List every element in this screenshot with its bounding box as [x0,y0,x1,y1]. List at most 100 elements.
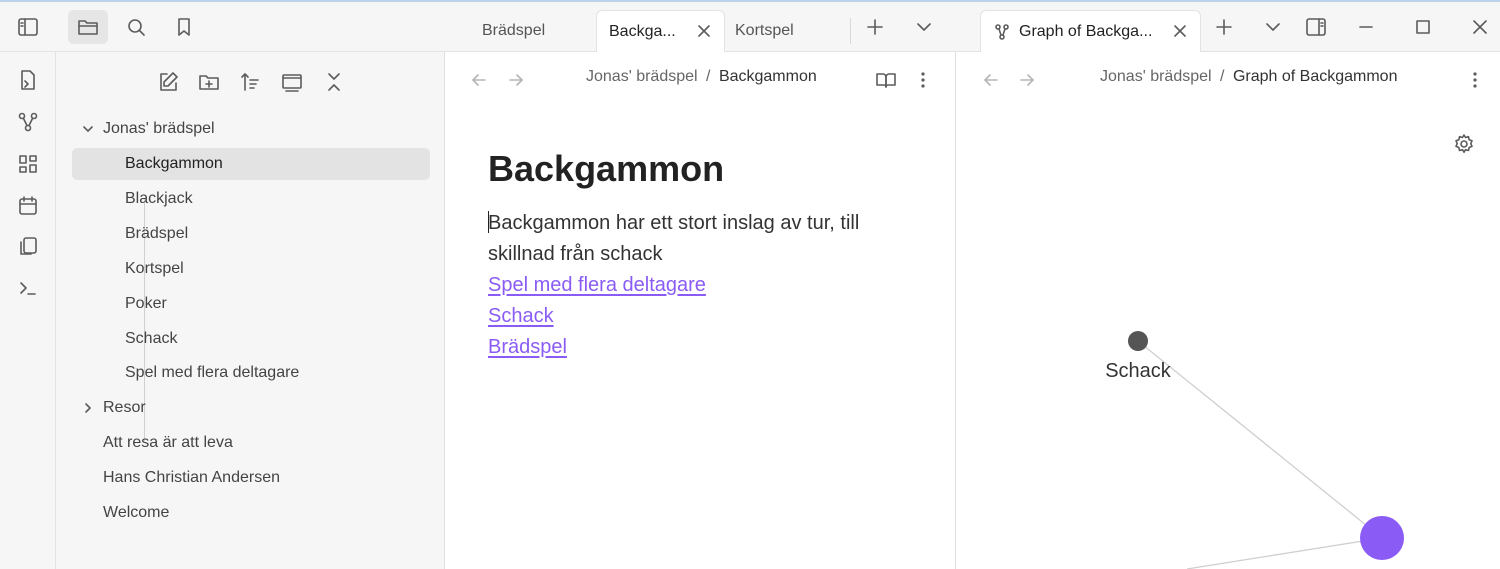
folder-jonas-bradspel[interactable]: Jonas' brädspel [72,113,430,145]
templates-button[interactable] [10,230,46,262]
calendar-icon [19,196,37,215]
tab-label: Kortspel [735,22,794,39]
note-paragraph[interactable]: Backgammon har ett stort inslag av tur, … [488,208,918,270]
close-tab-icon[interactable] [1172,23,1188,39]
bookmark-icon [178,18,190,36]
minimize-button[interactable] [1346,10,1386,44]
paragraph-text: Backgammon har ett stort inslag av tur, … [488,212,860,265]
chevron-down-icon [917,23,931,31]
reveal-icon [282,74,302,92]
graph-icon [18,112,38,132]
tree-item-label: Att resa är att leva [103,434,233,451]
tree-item-label: Spel med flera deltagare [125,364,300,381]
tab-list-button[interactable] [904,10,944,44]
plus-icon [867,19,883,35]
note-title[interactable]: Backgammon [488,148,724,190]
close-icon [1473,20,1487,34]
maximize-button[interactable] [1403,10,1443,44]
tab-list-button-right[interactable] [1253,10,1293,44]
tree-item-label: Kortspel [125,260,184,277]
plus-icon [1216,19,1232,35]
edit-icon [160,72,178,91]
tree-item-label: Blackjack [125,190,193,207]
toggle-sidebar-button[interactable] [8,10,48,44]
file-poker[interactable]: Poker [72,288,430,320]
right-sidebar-icon [1306,18,1326,36]
tree-item-label: Backgammon [125,155,223,172]
files-view-button[interactable] [68,10,108,44]
window-accent-line [0,0,1500,2]
file-hans-christian-andersen[interactable]: Hans Christian Andersen [72,462,430,494]
graph-view-button[interactable] [10,106,46,138]
quick-switcher-button[interactable] [10,64,46,96]
new-tab-button-right[interactable] [1204,10,1244,44]
arrow-left-icon [472,74,486,86]
folder-plus-icon [199,75,219,90]
breadcrumb-separator: / [706,68,711,85]
chevron-right-icon [85,403,91,413]
daily-note-button[interactable] [10,190,46,222]
note-content[interactable]: Backgammon har ett stort inslag av tur, … [488,208,918,363]
tab-bradspel[interactable]: Brädspel [458,10,593,52]
file-blackjack[interactable]: Blackjack [72,183,430,215]
graph-icon [995,23,1009,40]
sort-button[interactable] [234,66,266,98]
bookmarks-button[interactable] [164,10,204,44]
new-folder-button[interactable] [193,66,225,98]
new-tab-button[interactable] [855,10,895,44]
sort-icon [241,73,259,91]
file-att-resa-ar-att-leva[interactable]: Att resa är att leva [72,427,430,459]
more-vertical-icon [921,72,925,88]
tab-graph-backgammon[interactable]: Graph of Backga... [980,10,1201,52]
tab-label: Graph of Backga... [1019,22,1153,40]
arrow-right-icon [509,74,523,86]
maximize-icon [1416,20,1430,34]
file-spel-med-flera-deltagare[interactable]: Spel med flera deltagare [72,357,430,389]
canvas-button[interactable] [10,148,46,180]
toggle-right-sidebar-button[interactable] [1296,10,1336,44]
file-kortspel[interactable]: Kortspel [72,253,430,285]
wikilink-schack[interactable]: Schack [488,301,918,332]
folder-icon [78,20,98,35]
book-open-icon [876,73,896,88]
grid-icon [19,155,37,173]
ribbon [0,52,56,569]
tree-item-label: Hans Christian Andersen [103,469,280,486]
command-palette-button[interactable] [10,272,46,304]
tree-item-label: Schack [125,330,178,347]
graph-node-backgammon[interactable] [1360,516,1404,560]
reading-view-button[interactable] [872,66,900,94]
file-backgammon[interactable]: Backgammon [72,148,430,180]
back-button[interactable] [465,66,493,94]
search-button[interactable] [116,10,156,44]
graph-edge [1186,537,1383,569]
more-options-button[interactable] [909,66,937,94]
file-bradspel[interactable]: Brädspel [72,218,430,250]
graph-canvas[interactable]: Schack [957,52,1500,569]
search-icon [128,19,145,36]
wikilink-spel-med-flera-deltagare[interactable]: Spel med flera deltagare [488,270,918,301]
folder-resor[interactable]: Resor [72,392,430,424]
breadcrumb-parent[interactable]: Jonas' brädspel [586,68,698,85]
graph-node-label: Schack [1105,360,1172,382]
auto-reveal-button[interactable] [276,66,308,98]
editor-pane: Jonas' brädspel / Backgammon Backgammon … [445,52,956,569]
tab-kortspel[interactable]: Kortspel [727,10,849,52]
minimize-icon [1359,26,1373,28]
close-tab-icon[interactable] [696,23,712,39]
tab-backgammon[interactable]: Backga... [596,10,725,52]
close-window-button[interactable] [1460,10,1500,44]
forward-button[interactable] [502,66,530,94]
new-note-button[interactable] [152,66,184,98]
tree-item-label: Brädspel [125,225,189,242]
file-welcome[interactable]: Welcome [72,497,430,529]
wikilink-bradspel[interactable]: Brädspel [488,332,918,363]
terminal-icon [20,282,36,295]
file-schack[interactable]: Schack [72,323,430,355]
tab-label: Brädspel [482,22,546,39]
graph-node-schack[interactable] [1128,331,1148,351]
collapse-all-button[interactable] [318,66,350,98]
file-switch-icon [21,70,35,90]
breadcrumb: Jonas' brädspel / Backgammon [586,68,817,86]
breadcrumb-current[interactable]: Backgammon [719,68,817,85]
